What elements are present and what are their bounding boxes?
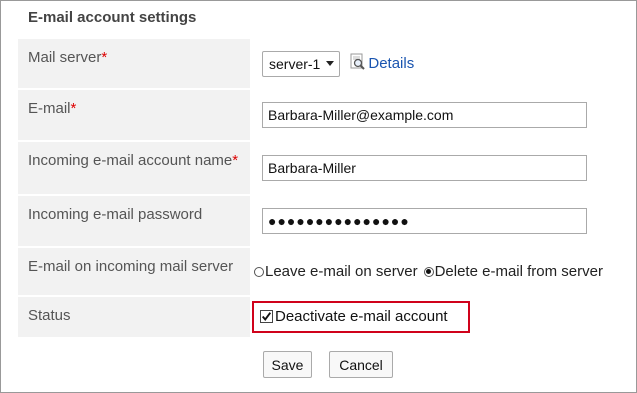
row-incoming-account-name: Incoming e-mail account name* Barbara-Mi… bbox=[18, 142, 618, 196]
server-option-radio-group: Leave e-mail on server Delete e-mail fro… bbox=[254, 263, 609, 280]
settings-panel: E-mail account settings Mail server* ser… bbox=[0, 0, 637, 393]
section-title: E-mail account settings bbox=[28, 9, 197, 26]
details-link[interactable]: Details bbox=[350, 53, 414, 75]
email-label-text: E-mail bbox=[28, 100, 71, 117]
server-option-value: Leave e-mail on server Delete e-mail fro… bbox=[250, 248, 618, 295]
deactivate-checkbox-label[interactable]: Deactivate e-mail account bbox=[275, 308, 448, 325]
row-status: Status Deactivate e-mail account bbox=[18, 297, 618, 339]
magnifier-document-icon bbox=[350, 53, 366, 75]
row-incoming-password: Incoming e-mail password ●●●●●●●●●●●●●●● bbox=[18, 196, 618, 248]
email-label: E-mail* bbox=[18, 90, 250, 140]
row-mail-server: Mail server* server-1 Details bbox=[18, 39, 618, 90]
required-mark: * bbox=[70, 100, 77, 117]
check-icon bbox=[261, 311, 272, 321]
incoming-password-input[interactable]: ●●●●●●●●●●●●●●● bbox=[262, 208, 587, 234]
mail-server-selected: server-1 bbox=[269, 55, 321, 72]
required-mark: * bbox=[232, 152, 239, 169]
deactivate-checkbox[interactable] bbox=[260, 309, 273, 323]
mail-server-select[interactable]: server-1 bbox=[262, 50, 341, 77]
incoming-name-label-text: Incoming e-mail account name bbox=[28, 152, 233, 169]
save-button[interactable]: Save bbox=[263, 351, 312, 378]
radio-delete-from-server[interactable] bbox=[423, 266, 434, 277]
settings-form: Mail server* server-1 Details E-mail* Ba… bbox=[18, 39, 618, 339]
row-server-option: E-mail on incoming mail server Leave e-m… bbox=[18, 248, 618, 297]
status-label: Status bbox=[18, 297, 250, 337]
mail-server-label-text: Mail server bbox=[28, 49, 102, 66]
email-value: Barbara-Miller@example.com bbox=[250, 90, 618, 140]
status-value: Deactivate e-mail account bbox=[250, 297, 618, 337]
radio-leave-on-server[interactable] bbox=[254, 266, 264, 277]
server-option-label: E-mail on incoming mail server bbox=[18, 248, 250, 295]
incoming-password-value: ●●●●●●●●●●●●●●● bbox=[250, 196, 618, 246]
radio-delete-label[interactable]: Delete e-mail from server bbox=[435, 263, 603, 280]
details-link-text: Details bbox=[368, 55, 415, 72]
incoming-password-label: Incoming e-mail password bbox=[18, 196, 250, 246]
cancel-button[interactable]: Cancel bbox=[329, 351, 393, 378]
incoming-name-input-value: Barbara-Miller bbox=[268, 160, 356, 176]
mail-server-value: server-1 Details bbox=[250, 39, 618, 88]
chevron-down-icon bbox=[326, 61, 335, 66]
deactivate-highlight-box: Deactivate e-mail account bbox=[252, 301, 470, 333]
email-input[interactable]: Barbara-Miller@example.com bbox=[262, 102, 587, 128]
password-dots: ●●●●●●●●●●●●●●● bbox=[268, 213, 410, 229]
incoming-name-input[interactable]: Barbara-Miller bbox=[262, 155, 587, 181]
mail-server-label: Mail server* bbox=[18, 39, 250, 88]
required-mark: * bbox=[101, 49, 108, 66]
email-input-value: Barbara-Miller@example.com bbox=[268, 107, 454, 123]
row-email: E-mail* Barbara-Miller@example.com bbox=[18, 90, 618, 142]
incoming-name-label: Incoming e-mail account name* bbox=[18, 142, 250, 194]
radio-leave-label[interactable]: Leave e-mail on server bbox=[265, 263, 418, 280]
incoming-name-value: Barbara-Miller bbox=[250, 142, 618, 194]
